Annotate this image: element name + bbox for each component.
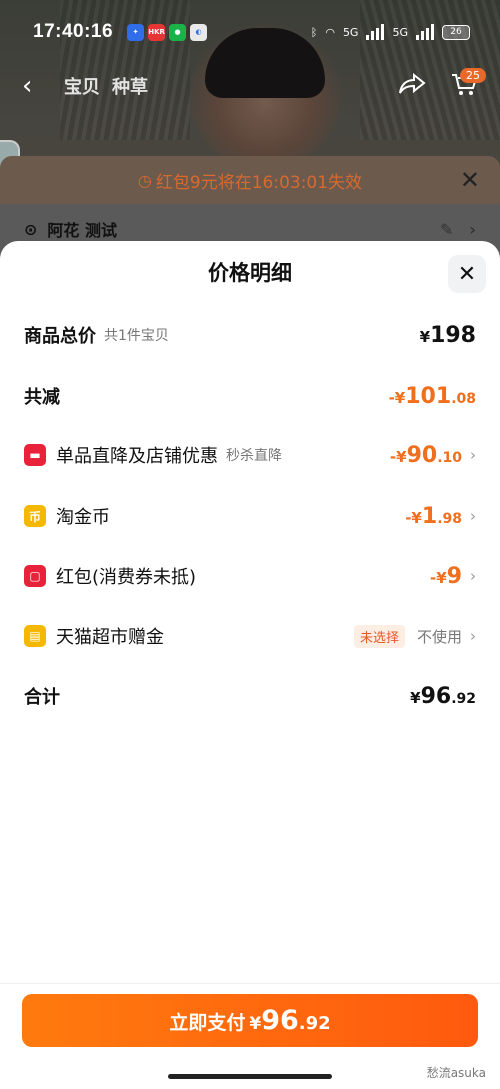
- chevron-right-icon[interactable]: ›: [469, 220, 476, 239]
- coin-icon: 币: [24, 505, 46, 527]
- clock-icon: ◷: [137, 170, 152, 190]
- sheet-title: 价格明细: [208, 261, 292, 285]
- row-label: 红包(消费券未抵): [56, 567, 197, 588]
- price-dec: .92: [298, 1013, 331, 1034]
- price-int: 96: [420, 683, 452, 709]
- row-label: 淘金币: [56, 507, 110, 528]
- taojinbi-value: -¥ 1 .98: [405, 504, 462, 529]
- unselected-tag: 未选择: [353, 624, 405, 648]
- total-price-row: 商品总价 共1件宝贝 ¥ 198: [24, 315, 476, 355]
- pay-now-button[interactable]: 立即支付 ¥ 96 .92: [22, 994, 478, 1047]
- shop-discount-value: -¥ 90 .10: [390, 443, 462, 468]
- price-dec: .08: [451, 390, 476, 407]
- chevron-right-icon: ›: [470, 627, 476, 645]
- chevron-right-icon: ›: [470, 567, 476, 585]
- app-notification-icon: ◐: [190, 23, 208, 41]
- pay-label: 立即支付: [169, 1012, 246, 1034]
- price-detail-sheet: 价格明细 ✕ 商品总价 共1件宝贝 ¥ 198 共减 -¥ 101 .08 ▬ …: [0, 241, 500, 1089]
- shop-discount-icon: ▬: [24, 444, 46, 466]
- pay-bar: 立即支付 ¥ 96 .92 愁流asuka: [0, 983, 500, 1089]
- app-notification-icon: ✦: [127, 23, 145, 41]
- sum-row: 合计 ¥ 96 .92: [24, 676, 476, 716]
- row-label: 单品直降及店铺优惠: [56, 446, 218, 467]
- price-int: 96: [261, 1005, 299, 1036]
- currency: ¥: [249, 1014, 262, 1034]
- price-int: 101: [405, 383, 452, 409]
- chevron-right-icon: ›: [470, 446, 476, 464]
- red-packet-value: -¥ 9: [430, 564, 462, 589]
- discount-total-value: -¥ 101 .08: [389, 384, 476, 409]
- tmall-gift-row[interactable]: ▤ 天猫超市赠金 未选择 不使用 ›: [24, 616, 476, 656]
- row-sub: 共1件宝贝: [104, 328, 169, 344]
- shop-discount-row[interactable]: ▬ 单品直降及店铺优惠 秒杀直降 -¥ 90 .10 ›: [24, 435, 476, 475]
- gift-icon: ▤: [24, 625, 46, 647]
- cart-badge: 25: [460, 68, 486, 83]
- price-int: 198: [430, 322, 476, 348]
- discount-total-row: 共减 -¥ 101 .08: [24, 376, 476, 416]
- back-icon[interactable]: ‹: [22, 71, 52, 101]
- wifi-icon: ◠: [325, 25, 335, 39]
- currency: ¥: [419, 327, 431, 346]
- tab-item[interactable]: 宝贝: [64, 73, 100, 99]
- close-icon: ✕: [457, 261, 477, 287]
- currency: -¥: [430, 568, 447, 587]
- currency: -¥: [405, 508, 422, 527]
- status-bar: 17:40:16 ✦ HKR ● ◐ ᛒ ◠ 5G 5G 26: [0, 14, 500, 50]
- tab-seeding[interactable]: 种草: [112, 73, 148, 99]
- address-name: 阿花 测试: [47, 221, 117, 240]
- home-indicator[interactable]: [168, 1074, 332, 1079]
- price-dec: .98: [437, 510, 462, 527]
- total-price-value: ¥ 198: [420, 323, 476, 348]
- signal-label: 5G: [342, 25, 359, 39]
- edit-icon[interactable]: ✎: [440, 220, 453, 239]
- signal-label: 5G: [392, 25, 408, 39]
- price-dec: .92: [451, 690, 476, 707]
- currency: ¥: [410, 688, 421, 707]
- expiry-text: 红包9元将在16:03:01失效: [155, 172, 363, 193]
- share-icon[interactable]: [398, 72, 426, 99]
- signal-icon: [416, 24, 434, 40]
- battery-icon: 26: [442, 24, 470, 40]
- taojinbi-row[interactable]: 币 淘金币 -¥ 1 .98 ›: [24, 496, 476, 536]
- not-use-text: 不使用: [416, 627, 462, 646]
- notification-icons: ✦ HKR ● ◐: [127, 23, 208, 41]
- row-label: 天猫超市赠金: [56, 627, 164, 648]
- address-actions: ✎ ›: [440, 220, 476, 239]
- row-sub: 秒杀直降: [226, 448, 282, 464]
- bluetooth-icon: ᛒ: [310, 25, 318, 39]
- status-time: 17:40:16: [33, 21, 114, 42]
- red-packet-icon: ▢: [24, 565, 46, 587]
- status-indicators: ᛒ ◠ 5G 5G 26: [311, 24, 470, 40]
- row-label: 共减: [24, 387, 60, 408]
- red-packet-expiry-banner: ◷ 红包9元将在16:03:01失效 ✕: [0, 156, 500, 204]
- currency: -¥: [388, 388, 406, 407]
- row-label: 商品总价: [24, 326, 96, 347]
- signal-icon: [366, 24, 385, 40]
- price-int: 9: [446, 563, 462, 589]
- tmall-gift-value: 未选择 不使用: [353, 624, 462, 648]
- price-dec: .10: [437, 449, 462, 466]
- currency: -¥: [389, 447, 407, 466]
- red-packet-row[interactable]: ▢ 红包(消费券未抵) -¥ 9 ›: [24, 556, 476, 596]
- location-pin-icon: ⊙: [24, 219, 38, 239]
- price-int: 1: [421, 503, 438, 529]
- row-label: 合计: [24, 687, 60, 708]
- watermark: 愁流asuka: [426, 1066, 486, 1080]
- sum-value: ¥ 96 .92: [410, 684, 476, 709]
- top-nav: ‹ 宝贝 种草 25: [0, 62, 500, 110]
- price-int: 90: [406, 442, 438, 468]
- close-button[interactable]: ✕: [448, 255, 486, 293]
- app-notification-icon: HKR: [148, 23, 166, 41]
- close-icon[interactable]: ✕: [460, 166, 480, 194]
- app-notification-icon: ●: [169, 23, 187, 41]
- chevron-right-icon: ›: [470, 507, 476, 525]
